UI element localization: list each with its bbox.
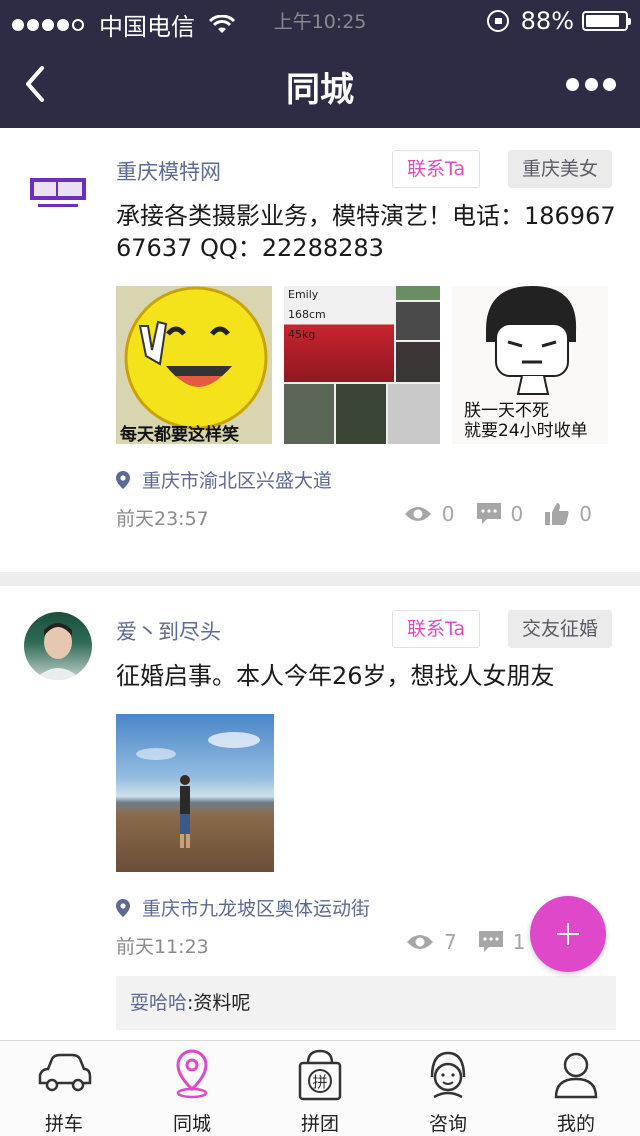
views-stat: 0 <box>404 502 455 526</box>
add-post-button[interactable] <box>530 896 606 972</box>
comments-stat[interactable]: 0 <box>476 502 524 526</box>
tab-consult[interactable]: 咨询 <box>384 1041 512 1136</box>
consultant-icon <box>430 1051 466 1099</box>
post-content: 征婚启事。本人今年26岁，想找人女朋友 <box>116 662 555 690</box>
comment-preview[interactable]: 耍哈哈:资料呢 <box>116 976 616 1030</box>
post-image[interactable] <box>116 714 274 872</box>
avatar-person-icon <box>34 623 82 680</box>
tab-label: 咨询 <box>428 1113 467 1135</box>
avatar[interactable] <box>24 160 92 228</box>
tab-label: 拼车 <box>44 1113 83 1135</box>
post-stats: 0 0 0 <box>382 502 592 526</box>
more-dot-icon <box>566 77 579 91</box>
post-author[interactable]: 重庆模特网 <box>116 156 221 186</box>
comment-text: 资料呢 <box>193 992 251 1014</box>
tab-carpool[interactable]: 拼车 <box>0 1041 128 1136</box>
user-icon <box>554 1052 598 1099</box>
post-image[interactable]: 每天都要这样笑 <box>116 286 272 444</box>
battery-icon <box>582 11 631 31</box>
collage-photo <box>396 286 440 300</box>
tab-mine[interactable]: 我的 <box>512 1041 640 1136</box>
post-location[interactable]: 重庆市渝北区兴盛大道 <box>116 466 332 493</box>
more-dot-icon <box>584 77 598 91</box>
page-title: 同城 <box>286 70 354 110</box>
location-pin-icon <box>176 1049 208 1099</box>
post-stats: 7 1 <box>384 930 525 954</box>
comment-icon <box>476 503 501 524</box>
collage-caption-weight: 45kg <box>288 328 316 341</box>
views-count: 0 <box>441 502 455 526</box>
collage-photo <box>396 342 440 382</box>
post-content: 承接各类摄影业务，模特演艺！电话：18696767637 QQ：22288283 <box>116 202 616 262</box>
post-card[interactable]: 爱丶到尽头 联系Ta 交友征婚 征婚启事。本人今年26岁，想找人女朋友 重庆市九… <box>0 586 640 1040</box>
comments-count: 0 <box>510 502 524 526</box>
bottom-tab-bar: 拼车 同城 拼 拼团 咨询 我的 <box>0 1040 640 1136</box>
tab-label: 同城 <box>172 1113 211 1135</box>
tab-label: 我的 <box>556 1113 595 1135</box>
status-bar: 中国电信 上午10:25 88% <box>0 0 640 41</box>
collage-photo <box>336 384 386 444</box>
post-time: 前天23:57 <box>116 508 209 530</box>
contact-button[interactable]: 联系Ta <box>392 610 481 648</box>
location-pin-icon <box>116 898 130 917</box>
collage-caption-name: Emily <box>288 288 319 301</box>
location-pin-icon <box>116 470 130 489</box>
more-dot-icon <box>603 77 616 91</box>
avatar[interactable] <box>24 612 92 680</box>
post-time: 前天11:23 <box>116 936 209 958</box>
model-logo-icon <box>30 178 86 207</box>
collage-photo <box>388 384 440 444</box>
svg-text:拼: 拼 <box>312 1073 327 1091</box>
category-badge[interactable]: 交友征婚 <box>508 610 613 648</box>
collage-photo <box>284 384 334 444</box>
nav-bar: 同城 <box>0 40 640 128</box>
more-button[interactable] <box>566 70 616 98</box>
collage-caption-height: 168cm <box>288 308 326 321</box>
car-icon <box>38 1053 92 1092</box>
likes-count: 0 <box>579 502 592 526</box>
top-header: 中国电信 上午10:25 88% 同城 <box>0 0 640 128</box>
post-image[interactable]: Emily 168cm 45kg <box>284 286 440 444</box>
meme-caption-line2: 就要24小时收单 <box>464 421 588 441</box>
eye-icon <box>404 507 431 521</box>
comment-author[interactable]: 耍哈哈 <box>130 992 187 1014</box>
category-badge[interactable]: 重庆美女 <box>508 150 613 188</box>
image-caption: 每天都要这样笑 <box>120 425 239 444</box>
rotation-lock-icon <box>486 10 509 32</box>
eye-icon <box>407 935 433 949</box>
tab-label: 拼团 <box>300 1113 339 1135</box>
post-author[interactable]: 爱丶到尽头 <box>116 616 221 646</box>
tab-local[interactable]: 同城 <box>128 1041 256 1136</box>
post-separator <box>0 572 640 586</box>
comments-stat[interactable]: 1 <box>478 930 526 954</box>
location-text: 重庆市九龙坡区奥体运动街 <box>142 898 371 920</box>
beach-photo-icon <box>136 732 260 848</box>
likes-stat[interactable]: 0 <box>545 502 592 526</box>
post-card[interactable]: 重庆模特网 联系Ta 重庆美女 承接各类摄影业务，模特演艺！电话：1869676… <box>0 128 640 572</box>
views-count: 7 <box>444 930 457 954</box>
thumbs-up-icon <box>545 503 569 525</box>
views-stat: 7 <box>406 930 457 954</box>
location-text: 重庆市渝北区兴盛大道 <box>142 470 333 492</box>
tab-group-buy[interactable]: 拼 拼团 <box>256 1041 384 1136</box>
comments-count: 1 <box>512 930 526 954</box>
post-image[interactable]: 朕一天不死 就要24小时收单 <box>452 286 608 444</box>
battery-percent: 88% <box>520 7 574 35</box>
collage-photo <box>396 302 440 340</box>
group-buy-bag-icon: 拼 <box>298 1049 342 1101</box>
post-location[interactable]: 重庆市九龙坡区奥体运动街 <box>116 894 370 921</box>
comment-icon <box>478 931 503 952</box>
contact-button[interactable]: 联系Ta <box>392 150 481 188</box>
